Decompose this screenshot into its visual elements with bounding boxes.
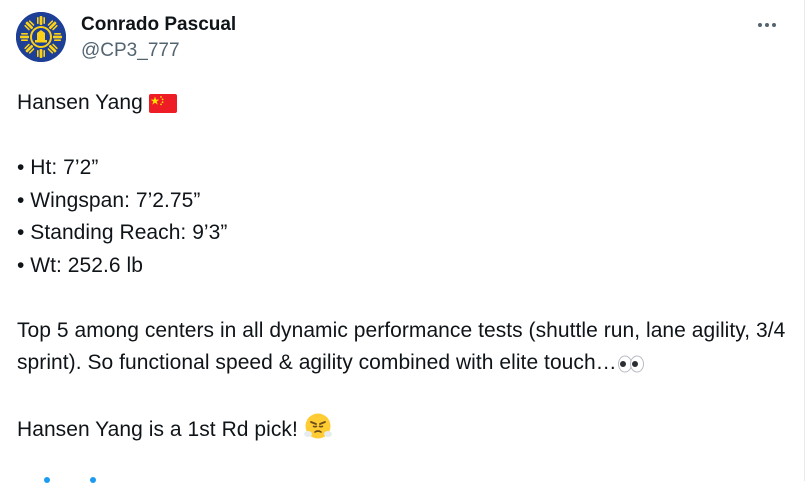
stat-bullet: • Wt: 252.6 lb: [17, 253, 143, 277]
more-button[interactable]: [754, 14, 780, 36]
tweet-closing-text: Hansen Yang is a 1st Rd pick!: [17, 418, 298, 441]
tweet-paragraph-text: Top 5 among centers in all dynamic perfo…: [17, 318, 786, 375]
display-name[interactable]: Conrado Pascual: [81, 13, 236, 37]
tweet-closing-line: Hansen Yang is a 1st Rd pick!: [17, 412, 787, 447]
eyes-emoji-icon: [617, 355, 645, 373]
tweet-title: Hansen Yang: [17, 91, 143, 114]
stat-bullet: • Standing Reach: 9’3”: [17, 221, 228, 244]
handle[interactable]: @CP3_777: [81, 37, 236, 65]
face-with-steam-emoji-icon: [303, 412, 332, 440]
stat-bullet: • Ht: 7’2”: [17, 156, 99, 179]
stat-bullet: • Wingspan: 7’2.75”: [17, 188, 201, 212]
sun-flag-avatar-icon: [16, 12, 66, 62]
tweet-paragraph: Top 5 among centers in all dynamic perfo…: [17, 315, 787, 380]
tweet-text: Hansen Yang • Ht: 7’2” • Wingspan: 7’2.7…: [17, 87, 787, 447]
more-horizontal-icon: [758, 23, 776, 27]
tweet-card[interactable]: Conrado Pascual @CP3_777 Hansen Yang • H…: [0, 0, 805, 483]
tweet-title-line: Hansen Yang: [17, 87, 787, 120]
china-flag-icon: [148, 94, 177, 113]
avatar[interactable]: [16, 12, 66, 62]
cut-off-content: [44, 475, 104, 483]
author-block[interactable]: Conrado Pascual @CP3_777: [81, 13, 236, 65]
